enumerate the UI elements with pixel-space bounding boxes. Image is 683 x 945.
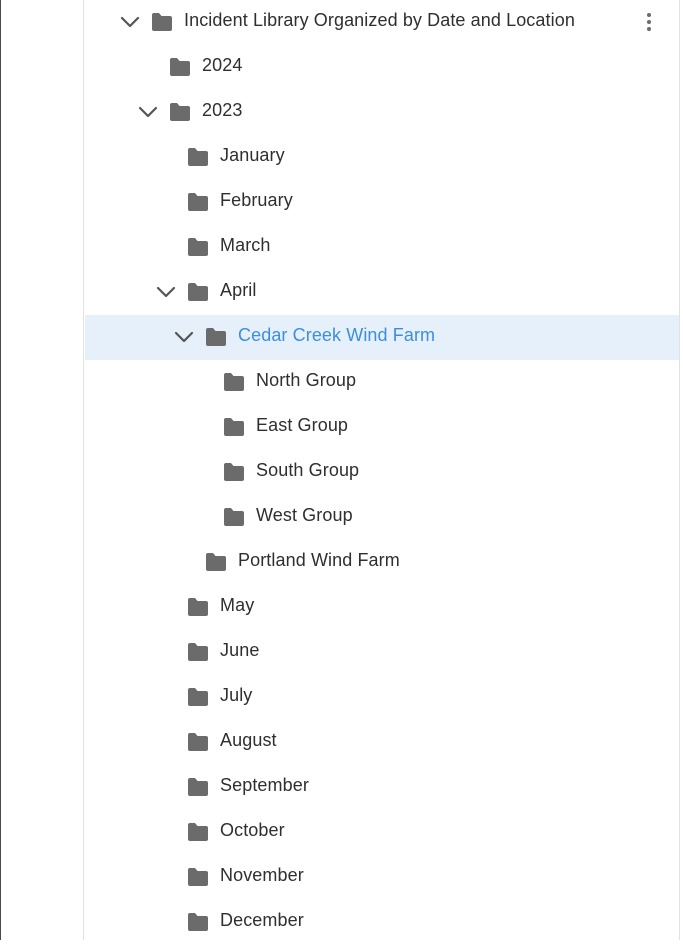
folder-icon [188,778,208,796]
folder-icon [170,103,190,121]
tree-item-label: 2023 [202,100,243,120]
tree-item-label: November [220,865,304,885]
tree-item-october[interactable]: October [85,810,679,855]
folder-icon [188,193,208,211]
tree-item-2023[interactable]: 2023 [85,90,679,135]
folder-icon [188,733,208,751]
folder-icon [224,418,244,436]
tree-item-label: West Group [256,505,353,525]
tree-item-label: February [220,190,293,210]
tree-item-july[interactable]: July [85,675,679,720]
folder-icon [188,688,208,706]
folder-icon [224,463,244,481]
tree-item-label: October [220,820,285,840]
tree-item-label: North Group [256,370,357,390]
folder-icon [188,823,208,841]
tree-item-cedar-creek-wind-farm[interactable]: Cedar Creek Wind Farm [85,315,679,360]
tree-item-label: Portland Wind Farm [238,550,400,570]
folder-icon [170,58,190,76]
tree-item-november[interactable]: November [85,855,679,900]
tree-item-label: December [220,910,304,930]
folder-icon [188,913,208,931]
left-panel [0,0,84,940]
more-vertical-icon[interactable] [638,11,660,33]
folder-icon [188,598,208,616]
chevron-down-icon[interactable] [137,101,159,123]
chevron-down-icon[interactable] [119,11,141,33]
chevron-down-icon[interactable] [173,326,195,348]
folder-icon [224,508,244,526]
tree-item-label: Incident Library Organized by Date and L… [184,10,575,30]
tree-item-east-group[interactable]: East Group [85,405,679,450]
tree-item-january[interactable]: January [85,135,679,180]
tree-item-may[interactable]: May [85,585,679,630]
tree-item-december[interactable]: December [85,900,679,945]
tree-item-label: Cedar Creek Wind Farm [238,325,436,345]
tree-item-february[interactable]: February [85,180,679,225]
tree-item-june[interactable]: June [85,630,679,675]
tree-item-label: July [220,685,253,705]
tree-item-september[interactable]: September [85,765,679,810]
tree-item-label: January [220,145,285,165]
tree-item-2024[interactable]: 2024 [85,45,679,90]
tree-item-south-group[interactable]: South Group [85,450,679,495]
folder-icon [188,148,208,166]
chevron-down-icon[interactable] [155,281,177,303]
tree-item-august[interactable]: August [85,720,679,765]
tree-item-north-group[interactable]: North Group [85,360,679,405]
tree-item-label: East Group [256,415,349,435]
scroll-edge [679,0,683,940]
tree-item-label: March [220,235,271,255]
tree-item-label: September [220,775,309,795]
folder-icon [188,868,208,886]
folder-icon [188,283,208,301]
tree-item-west-group[interactable]: West Group [85,495,679,540]
tree-item-portland-wind-farm[interactable]: Portland Wind Farm [85,540,679,585]
tree-item-march[interactable]: March [85,225,679,270]
folder-icon [188,643,208,661]
folder-icon [224,373,244,391]
folder-icon [152,13,172,31]
folder-tree: Incident Library Organized by Date and L… [85,0,679,945]
folder-icon [206,553,226,571]
tree-item-april[interactable]: April [85,270,679,315]
tree-item-label: May [220,595,255,615]
tree-item-incident-library[interactable]: Incident Library Organized by Date and L… [85,0,679,45]
folder-icon [206,328,226,346]
tree-item-label: June [220,640,260,660]
tree-item-label: April [220,280,257,300]
folder-icon [188,238,208,256]
tree-item-label: South Group [256,460,360,480]
tree-item-label: August [220,730,277,750]
tree-item-label: 2024 [202,55,243,75]
